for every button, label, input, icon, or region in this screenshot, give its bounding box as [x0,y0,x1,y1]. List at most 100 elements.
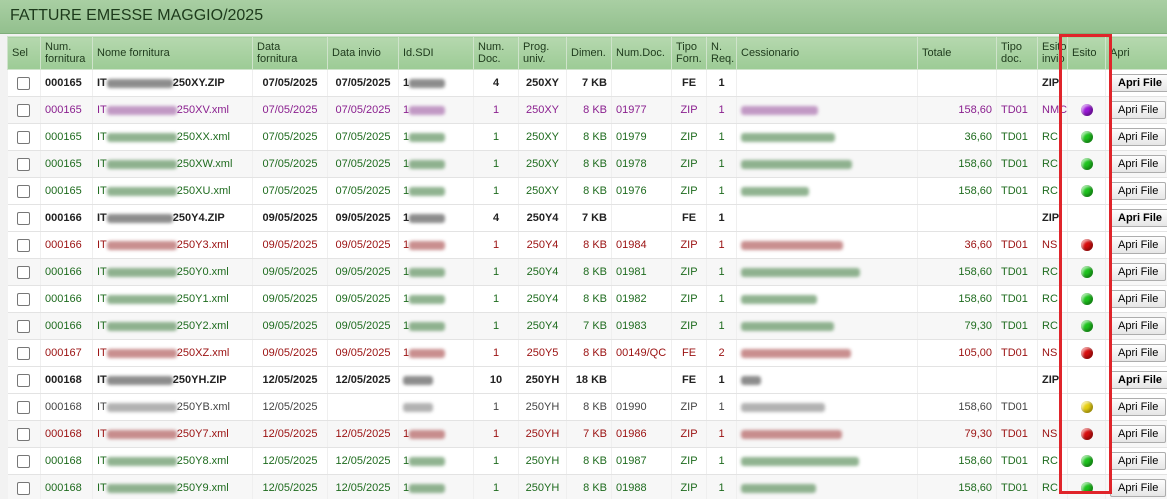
open-file-button[interactable]: Apri File [1110,209,1167,227]
cell-dforn: 09/05/2025 [252,285,328,313]
row-checkbox[interactable] [17,427,31,441]
cell-dim: 7 KB [566,69,612,97]
open-file-button[interactable]: Apri File [1110,128,1167,146]
cell-nreq: 1 [706,285,737,313]
column-header[interactable]: Data fornitura [252,36,328,70]
status-green-icon [1080,293,1093,306]
open-file-button[interactable]: Apri File [1110,74,1167,92]
column-header[interactable]: Tipo Forn. [671,36,707,70]
row-checkbox[interactable] [17,76,31,90]
table-row[interactable]: 000165 IT 250XW.xml 07/05/2025 07/05/2025 1 1 2… [7,150,1167,178]
row-checkbox[interactable] [17,130,31,144]
open-file-button[interactable]: Apri File [1110,317,1167,335]
column-header[interactable]: Apri [1105,36,1167,70]
row-checkbox[interactable] [17,103,31,117]
row-checkbox[interactable] [17,292,31,306]
file-name-prefix: IT [97,482,107,494]
open-file-button[interactable]: Apri File [1110,371,1167,389]
column-header[interactable]: Dimen. [566,36,612,70]
table-row[interactable]: 000168 IT 250YH.ZIP 12/05/2025 12/05/2025 10 2… [7,366,1167,394]
open-file-button[interactable]: Apri File [1110,236,1167,254]
row-checkbox[interactable] [17,265,31,279]
table-row[interactable]: 000165 IT 250XX.xml 07/05/2025 07/05/2025 1 1 2… [7,123,1167,151]
column-header[interactable]: Cessionario [736,36,918,70]
cell-sel [7,123,41,151]
table-row[interactable]: 000166 IT 250Y0.xml 09/05/2025 09/05/2025 1 1 2… [7,258,1167,286]
cell-num: 000165 [40,123,93,151]
cell-numdoc: 01986 [611,420,672,448]
table-row[interactable]: 000168 IT 250Y8.xml 12/05/2025 12/05/2025 1 1 2… [7,447,1167,475]
column-header[interactable]: Prog. univ. [518,36,567,70]
cell-ndoc: 1 [473,285,519,313]
table-row[interactable]: 000166 IT 250Y1.xml 09/05/2025 09/05/2025 1 1 2… [7,285,1167,313]
row-checkbox[interactable] [17,454,31,468]
column-header[interactable]: Nome fornitura [92,36,253,70]
row-checkbox[interactable] [17,319,31,333]
cell-totale: 36,60 [917,123,997,151]
column-header[interactable]: Num.Doc. [611,36,672,70]
redacted-text [409,240,446,250]
row-checkbox[interactable] [17,184,31,198]
open-file-button[interactable]: Apri File [1110,344,1167,362]
column-header[interactable]: N. Req. [706,36,737,70]
row-checkbox[interactable] [17,157,31,171]
column-header[interactable]: Data invio [327,36,399,70]
open-file-button[interactable]: Apri File [1110,290,1167,308]
open-file-button[interactable]: Apri File [1110,182,1167,200]
file-name-prefix: IT [97,428,107,440]
file-name-suffix: 250YH.ZIP [172,374,227,386]
table-row[interactable]: 000165 IT 250XV.xml 07/05/2025 07/05/2025 1 1 2… [7,96,1167,124]
cell-name: IT 250Y4.ZIP [92,204,253,232]
column-header[interactable]: Tipo doc. [996,36,1038,70]
redacted-text [106,294,177,304]
cell-esinv: RC [1037,474,1068,499]
row-checkbox[interactable] [17,481,31,495]
file-name-suffix: 250XZ.xml [176,347,230,359]
open-file-button[interactable]: Apri File [1110,155,1167,173]
table-row[interactable]: 000168 IT 250YB.xml 12/05/2025 1 250YH 8 KB 019… [7,393,1167,421]
open-file-button[interactable]: Apri File [1110,452,1167,470]
column-header[interactable]: Totale [917,36,997,70]
row-checkbox[interactable] [17,400,31,414]
column-header[interactable]: Id.SDI [398,36,474,70]
open-file-button[interactable]: Apri File [1110,425,1167,443]
cell-tdoc [996,69,1038,97]
row-checkbox[interactable] [17,211,31,225]
open-file-button[interactable]: Apri File [1110,263,1167,281]
table-row[interactable]: 000166 IT 250Y2.xml 09/05/2025 09/05/2025 1 1 2… [7,312,1167,340]
cell-esinv: NS [1037,420,1068,448]
table-row[interactable]: 000168 IT 250Y9.xml 12/05/2025 12/05/2025 1 1 2… [7,474,1167,499]
redacted-text [409,186,446,196]
cell-totale: 79,30 [917,312,997,340]
column-header[interactable]: Esito invio [1037,36,1068,70]
table-row[interactable]: 000166 IT 250Y4.ZIP 09/05/2025 09/05/2025 1 4 2… [7,204,1167,232]
open-file-button[interactable]: Apri File [1110,479,1167,497]
column-header[interactable]: Sel [7,36,41,70]
column-header[interactable]: Esito [1067,36,1106,70]
column-header[interactable]: Num. fornitura [40,36,93,70]
redacted-text [106,375,173,385]
cell-esinv: ZIP [1037,69,1068,97]
cell-btn: Apri File [1105,123,1167,151]
table-row[interactable]: 000165 IT 250XY.ZIP 07/05/2025 07/05/2025 1 4 2… [7,69,1167,97]
row-checkbox[interactable] [17,373,31,387]
cell-dinv: 07/05/2025 [327,150,399,178]
cell-btn: Apri File [1105,96,1167,124]
row-checkbox[interactable] [17,346,31,360]
row-checkbox[interactable] [17,238,31,252]
redacted-text [106,402,177,412]
cell-esito [1067,312,1106,340]
cell-sdi: 1 [398,474,474,499]
table-row[interactable]: 000165 IT 250XU.xml 07/05/2025 07/05/2025 1 1 2… [7,177,1167,205]
open-file-button[interactable]: Apri File [1110,398,1167,416]
file-name-prefix: IT [97,131,107,143]
table-row[interactable]: 000167 IT 250XZ.xml 09/05/2025 09/05/2025 1 1 2… [7,339,1167,367]
column-header[interactable]: Num. Doc. [473,36,519,70]
cell-tipo: ZIP [671,474,707,499]
cell-totale: 79,30 [917,420,997,448]
cell-numdoc [611,69,672,97]
table-row[interactable]: 000166 IT 250Y3.xml 09/05/2025 09/05/2025 1 1 2… [7,231,1167,259]
open-file-button[interactable]: Apri File [1110,101,1167,119]
cell-ndoc: 4 [473,69,519,97]
table-row[interactable]: 000168 IT 250Y7.xml 12/05/2025 12/05/2025 1 1 2… [7,420,1167,448]
